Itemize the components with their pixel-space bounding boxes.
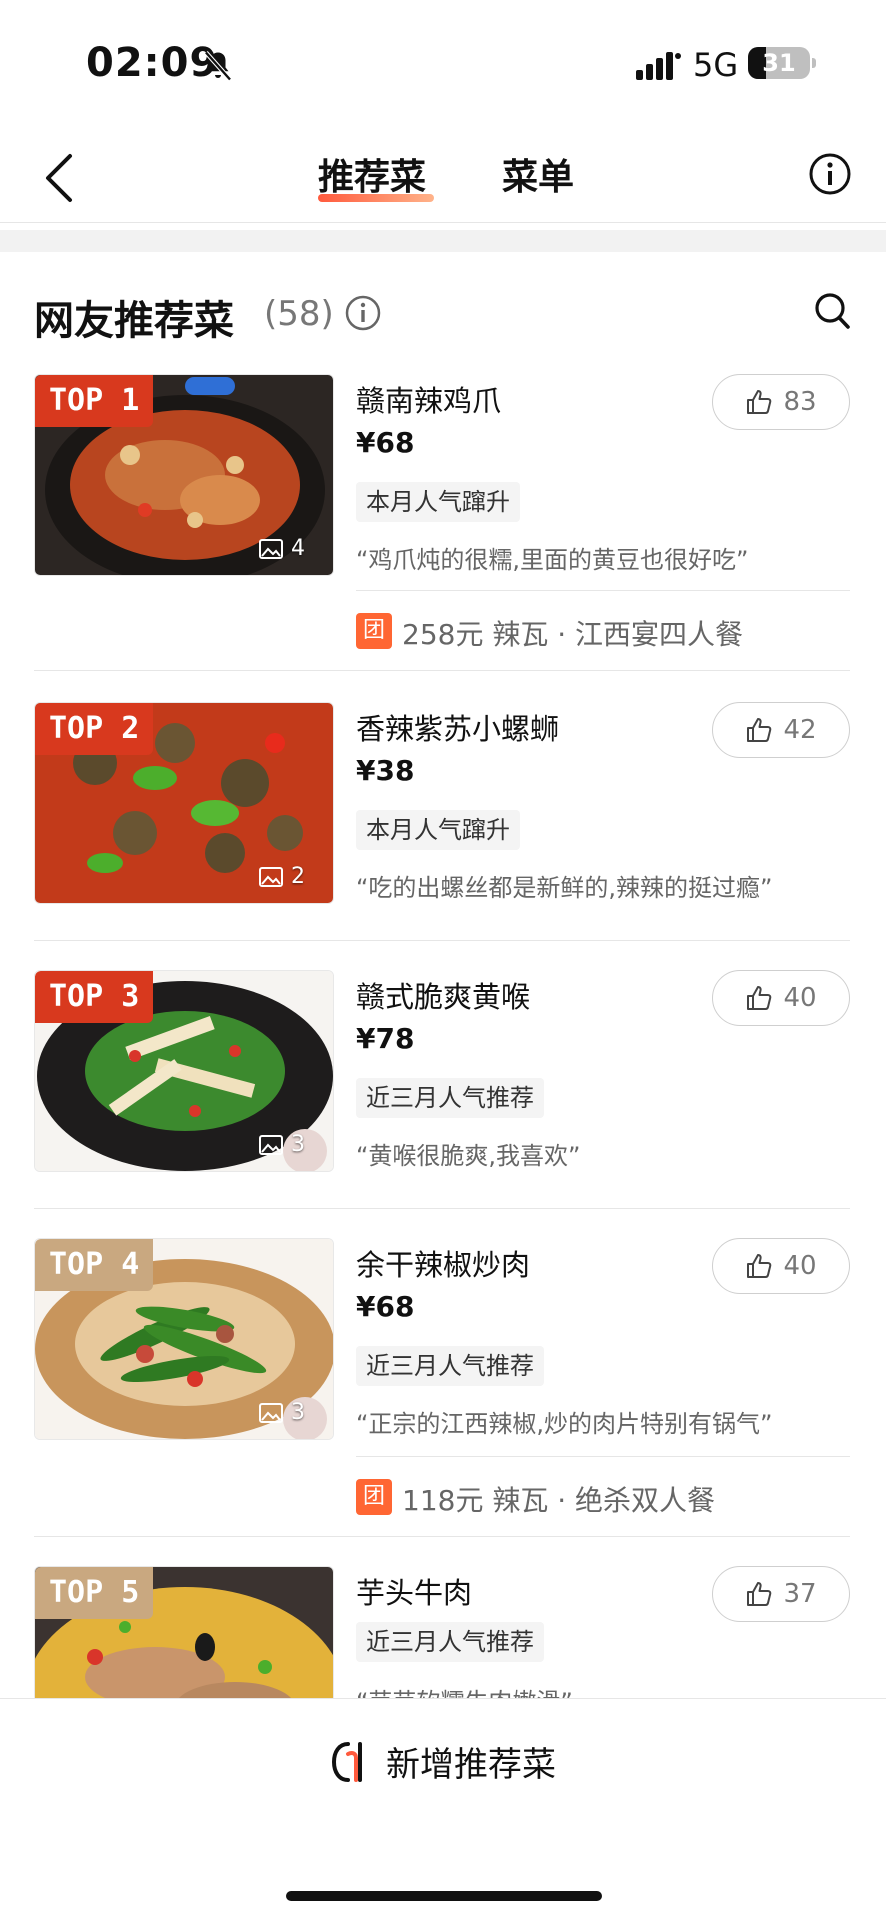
rank-badge: TOP 4 [35, 1239, 154, 1291]
section-separator [0, 230, 886, 252]
photo-count-value: 4 [291, 536, 305, 561]
section-count: (58) [264, 294, 334, 334]
photo-count: 3 [259, 1400, 305, 1425]
group-badge: 团 [356, 1479, 392, 1515]
battery-level: 31 [762, 49, 796, 77]
section-info-icon[interactable] [344, 294, 382, 332]
home-indicator[interactable] [286, 1891, 602, 1901]
group-deal-text: 258元 辣瓦 · 江西宴四人餐 [402, 618, 744, 651]
top-nav: 推荐菜 菜单 [0, 130, 886, 223]
photo-count-value: 3 [291, 1132, 305, 1157]
thumbs-up-icon [747, 390, 772, 414]
group-deal[interactable]: 团 118元 辣瓦 · 绝杀双人餐 [356, 1456, 850, 1537]
like-button[interactable]: 83 [712, 374, 850, 430]
thumbs-up-icon [747, 1582, 772, 1606]
dish-name: 香辣紫苏小螺蛳 [356, 712, 560, 746]
tab-recommended[interactable]: 推荐菜 [318, 148, 426, 200]
image-icon [259, 1402, 283, 1423]
bottom-bar: 新增推荐菜 [0, 1698, 886, 1920]
network-type: 5G [693, 46, 739, 84]
image-icon [259, 538, 283, 559]
dish-tag: 近三月人气推荐 [356, 1346, 544, 1386]
dish-quote: “吃的出螺丝都是新鲜的,辣辣的挺过瘾” [356, 874, 773, 902]
thumbs-up-icon [747, 718, 772, 742]
section-title: 网友推荐菜 [34, 298, 234, 344]
battery-tip [812, 58, 816, 68]
dish-quote: “正宗的江西辣椒,炒的肉片特别有锅气” [356, 1410, 773, 1438]
like-button[interactable]: 40 [712, 1238, 850, 1294]
status-bar: 02:09 5G 31 [0, 0, 886, 130]
dish-quote: “黄喉很脆爽,我喜欢” [356, 1142, 581, 1170]
divider [34, 670, 850, 671]
battery-icon: 31 [748, 47, 810, 79]
like-button[interactable]: 37 [712, 1566, 850, 1622]
dish-price: ¥68 [356, 426, 415, 459]
photo-count: 2 [259, 864, 305, 889]
dish-name: 芋头牛肉 [356, 1576, 473, 1610]
status-time: 02:09 [86, 40, 219, 86]
dish-photo[interactable]: TOP 3 3 [34, 970, 334, 1172]
divider [34, 1208, 850, 1209]
info-icon[interactable] [808, 152, 852, 196]
dish-price: ¥38 [356, 754, 415, 787]
dish-tag: 本月人气蹿升 [356, 810, 520, 850]
group-badge: 团 [356, 613, 392, 649]
like-count: 40 [783, 983, 817, 1013]
rank-badge: TOP 5 [35, 1567, 154, 1619]
group-deal-text: 118元 辣瓦 · 绝杀双人餐 [402, 1484, 716, 1517]
thumbs-up-icon [747, 1254, 772, 1278]
back-arrow-icon[interactable] [40, 150, 80, 206]
bell-muted-icon [204, 51, 232, 81]
search-icon[interactable] [812, 290, 852, 332]
dish-quote: “鸡爪炖的很糯,里面的黄豆也很好吃” [356, 546, 749, 574]
divider [34, 940, 850, 941]
like-count: 40 [783, 1251, 817, 1281]
photo-count-value: 2 [291, 864, 305, 889]
like-button[interactable]: 40 [712, 970, 850, 1026]
image-icon [259, 1134, 283, 1155]
rank-badge: TOP 2 [35, 703, 154, 755]
like-count: 37 [783, 1579, 817, 1609]
dish-name: 赣式脆爽黄喉 [356, 980, 531, 1014]
photo-count: 4 [259, 536, 305, 561]
rank-badge: TOP 3 [35, 971, 154, 1023]
tab-menu[interactable]: 菜单 [502, 148, 574, 200]
dish-photo[interactable]: TOP 1 4 [34, 374, 334, 576]
add-dish-icon [331, 1741, 362, 1782]
image-icon [259, 866, 283, 887]
thumbs-up-icon [747, 986, 772, 1010]
like-button[interactable]: 42 [712, 702, 850, 758]
dish-price: ¥68 [356, 1290, 415, 1323]
dish-name: 赣南辣鸡爪 [356, 384, 502, 418]
dish-price: ¥78 [356, 1022, 415, 1055]
active-tab-indicator [318, 194, 434, 202]
dish-tag: 本月人气蹿升 [356, 482, 520, 522]
dish-photo[interactable]: TOP 2 2 [34, 702, 334, 904]
add-recommended-dish-button[interactable]: 新增推荐菜 [330, 1737, 556, 1786]
like-count: 83 [783, 387, 817, 417]
group-deal[interactable]: 团 258元 辣瓦 · 江西宴四人餐 [356, 590, 850, 671]
dish-tag: 近三月人气推荐 [356, 1078, 544, 1118]
signal-icon [636, 52, 681, 80]
dish-photo[interactable]: TOP 4 3 [34, 1238, 334, 1440]
like-count: 42 [783, 715, 817, 745]
rank-badge: TOP 1 [35, 375, 154, 427]
photo-count: 3 [259, 1132, 305, 1157]
screen: 02:09 5G 31 推荐菜 菜单 网友推荐菜 (58) TOP 1 4 赣南… [0, 0, 886, 1920]
photo-count-value: 3 [291, 1400, 305, 1425]
dish-tag: 近三月人气推荐 [356, 1622, 544, 1662]
dish-name: 余干辣椒炒肉 [356, 1248, 531, 1282]
divider [34, 1536, 850, 1537]
add-dish-label: 新增推荐菜 [386, 1745, 556, 1785]
